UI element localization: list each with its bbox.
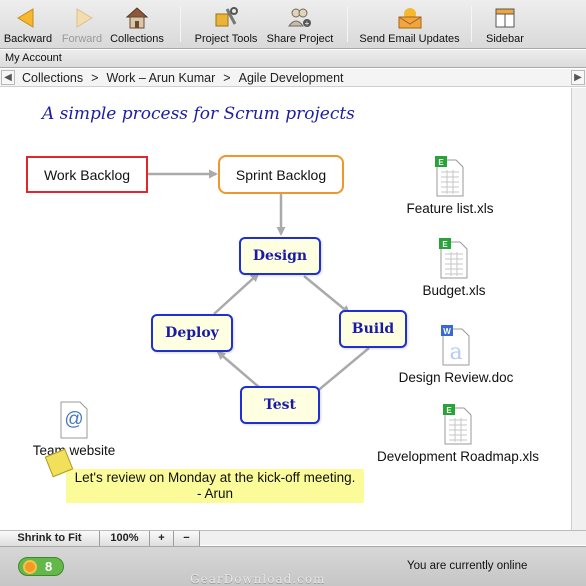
test-label: Test xyxy=(263,397,297,413)
forward-arrow-icon xyxy=(69,6,95,30)
file-budget[interactable]: E Budget.xls xyxy=(416,238,492,298)
badge-count: 8 xyxy=(45,559,53,574)
zoom-in-button[interactable]: + xyxy=(150,531,174,546)
project-tools-label: Project Tools xyxy=(194,33,258,45)
sidebar-button[interactable]: Sidebar xyxy=(484,4,526,46)
zoom-in-label: + xyxy=(158,532,165,544)
house-icon xyxy=(124,6,150,30)
file-label: Budget.xls xyxy=(422,283,486,298)
scroll-left-icon[interactable]: ◀ xyxy=(1,70,15,85)
breadcrumb-bar: ◀ Collections > Work – Arun Kumar > Agile De… xyxy=(0,69,586,87)
collections-button[interactable]: Collections xyxy=(108,4,166,46)
svg-text:a: a xyxy=(449,340,462,365)
breadcrumb-separator: > xyxy=(223,71,231,85)
deploy-box[interactable]: Deploy xyxy=(151,314,233,352)
send-email-updates-label: Send Email Updates xyxy=(359,33,460,45)
file-label: Feature list.xls xyxy=(406,201,494,216)
forward-button[interactable]: Forward xyxy=(58,4,106,46)
file-label: Design Review.doc xyxy=(398,370,514,385)
file-team-website[interactable]: @ Team website xyxy=(26,398,122,458)
deploy-label: Deploy xyxy=(165,325,219,341)
toolbar-separator xyxy=(347,6,348,42)
sticky-note[interactable]: Let's review on Monday at the kick-off m… xyxy=(66,469,364,503)
file-development-roadmap[interactable]: E Development Roadmap.xls xyxy=(372,404,544,464)
design-label: Design xyxy=(252,248,308,264)
share-people-icon: + xyxy=(287,6,313,30)
breadcrumb-separator: > xyxy=(91,71,99,85)
flower-icon xyxy=(23,560,37,574)
online-status: You are currently online xyxy=(407,560,528,572)
arrow-design-to-build xyxy=(303,275,351,315)
note-line-1: Let's review on Monday at the kick-off m… xyxy=(74,470,356,485)
shrink-to-fit-label: Shrink to Fit xyxy=(17,532,82,544)
svg-text:+: + xyxy=(305,19,310,28)
svg-text:E: E xyxy=(438,158,444,167)
notification-badge[interactable]: 8 xyxy=(18,557,64,576)
sidebar-icon xyxy=(492,6,518,30)
project-canvas[interactable]: A simple process for Scrum projects Work… xyxy=(0,88,571,530)
file-design-review[interactable]: a W Design Review.doc xyxy=(394,325,518,385)
spreadsheet-icon: E xyxy=(443,404,473,446)
svg-text:E: E xyxy=(442,240,448,249)
spreadsheet-icon: E xyxy=(439,238,469,280)
breadcrumb-item-agile-development[interactable]: Agile Development xyxy=(239,71,344,85)
watermark: GearDownload.com xyxy=(190,572,326,586)
file-label: Development Roadmap.xls xyxy=(376,449,540,464)
breadcrumb: Collections > Work – Arun Kumar > Agile Deve… xyxy=(22,70,344,86)
main-toolbar: Backward Forward Collections Project Too… xyxy=(0,0,586,49)
send-email-updates-button[interactable]: Send Email Updates xyxy=(359,4,460,46)
web-link-icon: @ xyxy=(59,398,89,440)
sprint-backlog-label: Sprint Backlog xyxy=(235,166,327,183)
svg-text:W: W xyxy=(443,327,451,336)
project-tools-button[interactable]: Project Tools xyxy=(193,4,259,46)
breadcrumb-item-collections[interactable]: Collections xyxy=(22,71,83,85)
work-backlog-box[interactable]: Work Backlog xyxy=(26,156,148,193)
backward-label: Backward xyxy=(3,33,53,45)
zoom-bar: Shrink to Fit 100% + − xyxy=(0,530,586,546)
forward-label: Forward xyxy=(61,33,103,45)
design-box[interactable]: Design xyxy=(239,237,321,275)
svg-text:@: @ xyxy=(64,409,83,430)
arrow-test-to-deploy xyxy=(216,350,261,389)
share-project-button[interactable]: + Share Project xyxy=(266,4,334,46)
my-account-link[interactable]: My Account xyxy=(5,52,62,64)
note-line-2: - Arun xyxy=(196,486,234,501)
zoom-level[interactable]: 100% xyxy=(100,531,150,546)
account-bar: My Account xyxy=(0,50,586,68)
shrink-to-fit-button[interactable]: Shrink to Fit xyxy=(0,531,100,546)
zoom-out-button[interactable]: − xyxy=(174,531,200,546)
toolbar-separator xyxy=(180,6,181,42)
svg-text:E: E xyxy=(446,406,452,415)
build-label: Build xyxy=(351,321,395,337)
test-box[interactable]: Test xyxy=(240,386,320,424)
status-bar: 8 GearDownload.com You are currently onl… xyxy=(0,546,586,586)
sidebar-label: Sidebar xyxy=(486,33,524,45)
spreadsheet-icon: E xyxy=(435,156,465,198)
file-feature-list[interactable]: E Feature list.xls xyxy=(404,156,496,216)
zoom-out-label: − xyxy=(183,532,190,544)
toolbar-separator xyxy=(471,6,472,42)
document-icon: a W xyxy=(441,325,471,367)
arrow-deploy-to-design xyxy=(213,272,260,315)
breadcrumb-item-work[interactable]: Work – Arun Kumar xyxy=(106,71,215,85)
collections-label: Collections xyxy=(110,33,164,45)
zoom-level-value: 100% xyxy=(110,532,139,544)
vertical-scrollbar[interactable] xyxy=(571,88,586,530)
tools-icon xyxy=(213,6,239,30)
email-envelope-icon xyxy=(397,6,423,30)
share-project-label: Share Project xyxy=(266,33,334,45)
sprint-backlog-box[interactable]: Sprint Backlog xyxy=(218,155,344,194)
scroll-right-icon[interactable]: ▶ xyxy=(571,70,585,85)
backward-button[interactable]: Backward xyxy=(3,4,53,46)
work-backlog-label: Work Backlog xyxy=(43,166,131,183)
back-arrow-icon xyxy=(15,6,41,30)
